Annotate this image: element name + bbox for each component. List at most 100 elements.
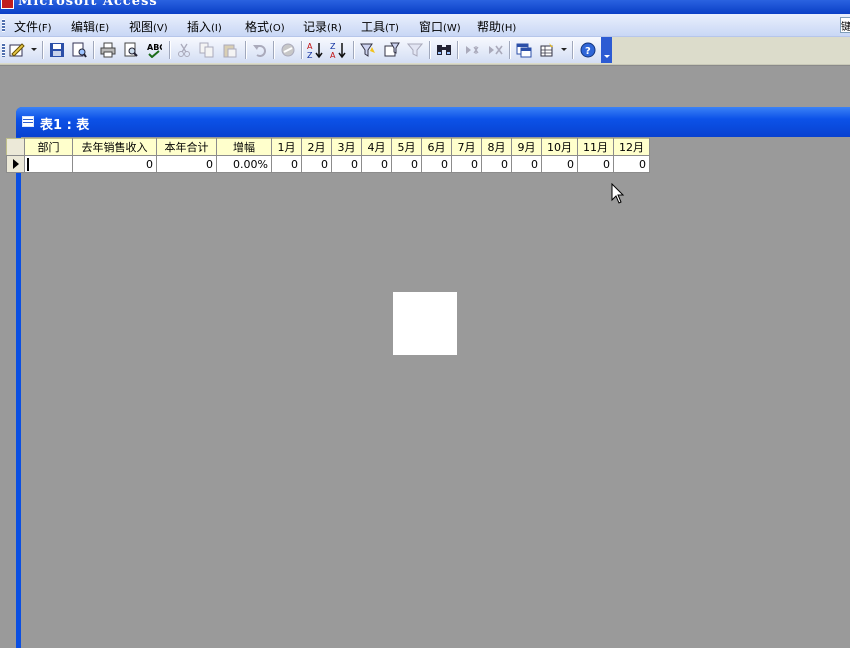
new-object-icon[interactable] <box>537 40 557 60</box>
dept-cell[interactable] <box>24 155 73 173</box>
ask-question-box[interactable]: 键 <box>840 17 850 33</box>
table-window-titlebar[interactable]: 表1 : 表 <box>16 107 850 137</box>
toolbar-grip-handle[interactable] <box>2 43 5 57</box>
toolbar-separator <box>42 41 43 59</box>
toolbar-separator <box>169 41 170 59</box>
column-header-row: 部门 去年销售收入 本年合计 增幅 1月 2月 3月 4月 5月 6月 7月 8… <box>6 138 650 156</box>
svg-text:?: ? <box>585 46 591 57</box>
svg-text:Z: Z <box>307 51 313 59</box>
database-toolbar: ABC AZ ZA <box>0 37 612 63</box>
column-header[interactable]: 4月 <box>361 138 392 156</box>
record-selector[interactable] <box>6 155 25 173</box>
column-header[interactable]: 12月 <box>613 138 650 156</box>
menu-records[interactable]: 记录(R) <box>303 18 342 35</box>
database-window-icon[interactable] <box>514 40 534 60</box>
delete-record-icon[interactable] <box>485 40 505 60</box>
column-header[interactable]: 7月 <box>451 138 482 156</box>
svg-text:A: A <box>330 51 336 59</box>
data-cell[interactable]: 0 <box>271 155 302 173</box>
menu-edit[interactable]: 编辑(E) <box>71 18 109 35</box>
apply-filter-icon[interactable] <box>405 40 425 60</box>
new-object-dropdown-icon[interactable] <box>561 48 567 51</box>
data-cell[interactable]: 0 <box>481 155 512 173</box>
toolbar-separator <box>429 41 430 59</box>
data-cell[interactable]: 0 <box>421 155 452 173</box>
undo-icon[interactable] <box>250 40 270 60</box>
column-header[interactable]: 10月 <box>541 138 578 156</box>
svg-text:ABC: ABC <box>147 43 162 52</box>
menu-tools[interactable]: 工具(T) <box>361 18 399 35</box>
column-header[interactable]: 3月 <box>331 138 362 156</box>
toolbar-separator <box>457 41 458 59</box>
menu-format[interactable]: 格式(O) <box>245 18 285 35</box>
toolbar-separator <box>301 41 302 59</box>
spelling-icon[interactable]: ABC <box>144 40 164 60</box>
menubar-grip-handle[interactable] <box>2 19 5 32</box>
data-cell[interactable]: 0 <box>541 155 578 173</box>
data-cell[interactable]: 0 <box>156 155 217 173</box>
table-window: 表1 : 表 <box>16 107 850 648</box>
toolbar-dock-edge <box>0 64 850 66</box>
hyperlink-icon[interactable] <box>278 40 298 60</box>
help-icon[interactable]: ? <box>578 40 598 60</box>
print-icon[interactable] <box>98 40 118 60</box>
table-row: 0 0 0.00% 0 0 0 0 0 0 0 0 0 0 0 0 <box>6 155 650 173</box>
toolbar-separator <box>93 41 94 59</box>
select-all-corner[interactable] <box>6 138 25 156</box>
copy-icon[interactable] <box>197 40 217 60</box>
table-window-title: 表1 : 表 <box>40 118 90 133</box>
filter-by-selection-icon[interactable] <box>358 40 378 60</box>
data-cell[interactable]: 0 <box>301 155 332 173</box>
column-header[interactable]: 部门 <box>24 138 73 156</box>
data-cell[interactable]: 0 <box>391 155 422 173</box>
data-cell[interactable]: 0 <box>577 155 614 173</box>
sort-descending-icon[interactable]: ZA <box>329 40 349 60</box>
paste-icon[interactable] <box>220 40 240 60</box>
data-cell[interactable]: 0 <box>613 155 650 173</box>
column-header[interactable]: 增幅 <box>216 138 272 156</box>
column-header[interactable]: 9月 <box>511 138 542 156</box>
svg-text:Z: Z <box>330 42 336 51</box>
toolbar-separator <box>353 41 354 59</box>
column-header[interactable]: 8月 <box>481 138 512 156</box>
data-cell[interactable]: 0.00% <box>216 155 272 173</box>
table-icon[interactable] <box>22 116 34 127</box>
sort-ascending-icon[interactable]: AZ <box>306 40 326 60</box>
toolbar-separator <box>273 41 274 59</box>
data-cell[interactable]: 0 <box>361 155 392 173</box>
data-cell[interactable]: 0 <box>331 155 362 173</box>
column-header[interactable]: 去年销售收入 <box>72 138 157 156</box>
cut-icon[interactable] <box>174 40 194 60</box>
column-header[interactable]: 6月 <box>421 138 452 156</box>
toolbar-options-chevron-icon[interactable] <box>601 37 612 63</box>
menu-file[interactable]: 文件(F) <box>14 18 52 35</box>
column-header[interactable]: 5月 <box>391 138 422 156</box>
filter-by-form-icon[interactable] <box>382 40 402 60</box>
save-icon[interactable] <box>47 40 67 60</box>
column-header[interactable]: 11月 <box>577 138 614 156</box>
menu-bar: 文件(F) 编辑(E) 视图(V) 插入(I) 格式(O) 记录(R) 工具(T… <box>0 14 850 37</box>
find-icon[interactable] <box>434 40 454 60</box>
column-header[interactable]: 1月 <box>271 138 302 156</box>
text-caret <box>27 157 29 171</box>
app-titlebar: Microsoft Access <box>0 0 850 14</box>
svg-text:A: A <box>307 42 313 51</box>
column-header[interactable]: 本年合计 <box>156 138 217 156</box>
menu-help[interactable]: 帮助(H) <box>477 18 516 35</box>
table-window-client <box>21 137 850 648</box>
current-record-arrow-icon <box>13 159 19 169</box>
mouse-cursor-icon <box>611 183 625 204</box>
print-preview-icon[interactable] <box>121 40 141 60</box>
data-cell[interactable]: 0 <box>511 155 542 173</box>
new-record-icon[interactable] <box>462 40 482 60</box>
menu-window[interactable]: 窗口(W) <box>419 18 461 35</box>
design-view-dropdown-icon[interactable] <box>31 48 37 51</box>
data-cell[interactable]: 0 <box>72 155 157 173</box>
menu-view[interactable]: 视图(V) <box>129 18 168 35</box>
data-cell[interactable]: 0 <box>451 155 482 173</box>
menu-insert[interactable]: 插入(I) <box>187 18 222 35</box>
design-view-icon[interactable] <box>8 40 28 60</box>
file-search-icon[interactable] <box>69 40 89 60</box>
column-header[interactable]: 2月 <box>301 138 332 156</box>
access-app-icon[interactable] <box>1 0 14 9</box>
